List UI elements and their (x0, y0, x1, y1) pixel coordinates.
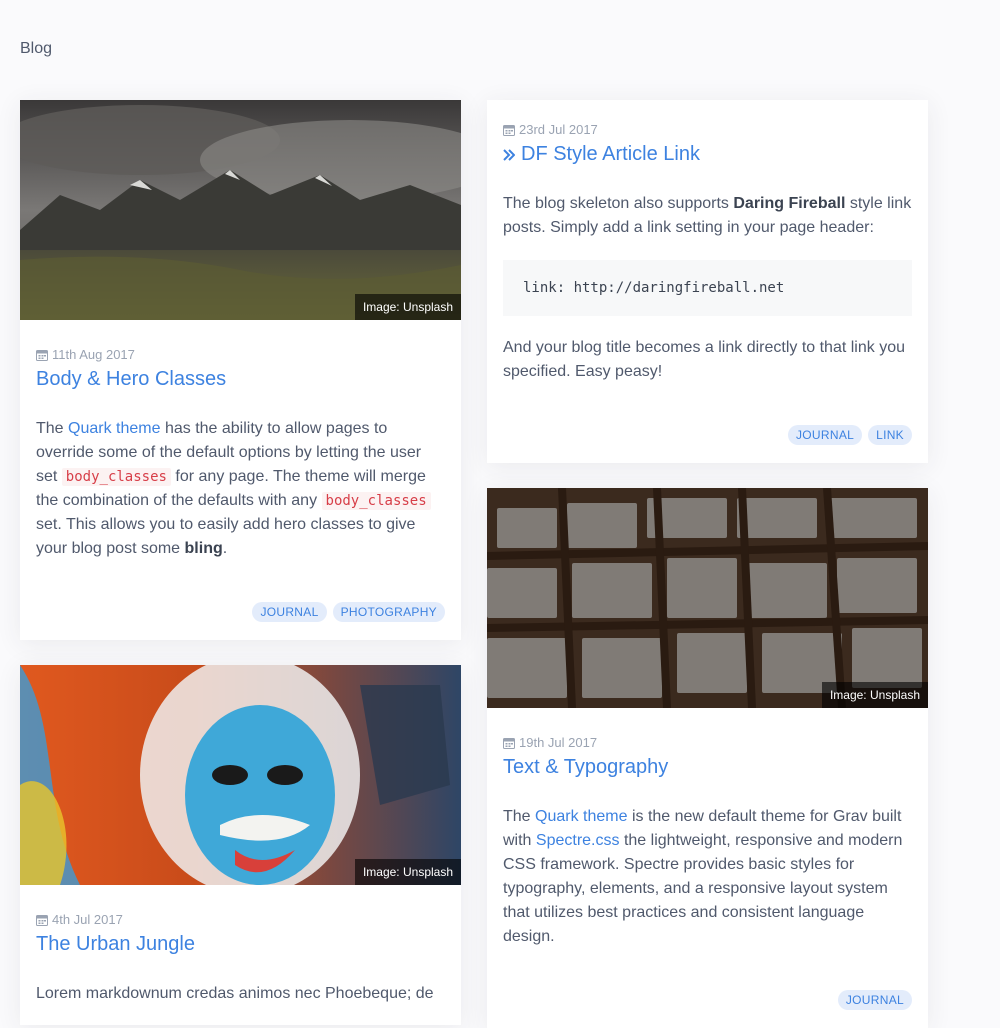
tag-photography[interactable]: PHOTOGRAPHY (332, 602, 445, 622)
tag-list: JOURNAL LINK (503, 425, 912, 445)
spectre-css-link[interactable]: Spectre.css (536, 832, 620, 849)
tag-journal[interactable]: JOURNAL (787, 425, 863, 445)
calendar-icon (36, 349, 48, 361)
bold-text: bling (184, 540, 223, 557)
post-title-link[interactable]: DF Style Article Link (503, 143, 912, 166)
post-excerpt: Lorem markdownum credas animos nec Phoeb… (36, 985, 434, 1002)
tag-list: JOURNAL (503, 990, 912, 1010)
image-credit: Image: Unsplash (821, 682, 928, 708)
double-chevron-right-icon (503, 148, 515, 161)
post-hero-image-mountains[interactable]: Image: Unsplash (20, 100, 461, 320)
calendar-icon (503, 124, 515, 136)
bold-text: Daring Fireball (733, 195, 846, 212)
excerpt-text: The blog skeleton also supports (503, 195, 734, 212)
image-credit: Image: Unsplash (354, 294, 461, 320)
image-credit: Image: Unsplash (354, 859, 461, 885)
post-title-link[interactable]: Body & Hero Classes (36, 368, 445, 391)
inline-code: body_classes (321, 492, 431, 510)
post-hero-image-type-case[interactable]: Image: Unsplash (487, 488, 928, 708)
post-card-urban-jungle: Image: Unsplash 4th Jul 2017 The Urban J… (20, 665, 461, 1025)
post-card-df-link: 23rd Jul 2017 DF Style Article Link The … (487, 100, 928, 463)
excerpt-text: The (503, 808, 536, 825)
calendar-icon (36, 914, 48, 926)
post-card-body-hero: Image: Unsplash 11th Aug 2017 Body & Her… (20, 100, 461, 640)
post-hero-image-graffiti[interactable]: Image: Unsplash (20, 665, 461, 885)
post-excerpt: The blog skeleton also supports Daring F… (503, 192, 912, 240)
quark-theme-link[interactable]: Quark theme (535, 808, 627, 825)
post-excerpt: The Quark theme is the new default theme… (503, 805, 912, 949)
post-date: 19th Jul 2017 (503, 735, 912, 750)
post-title-text[interactable]: DF Style Article Link (521, 143, 700, 166)
post-date: 23rd Jul 2017 (503, 122, 912, 137)
post-excerpt: The Quark theme has the ability to allow… (36, 417, 445, 561)
post-date-text: 4th Jul 2017 (52, 912, 123, 927)
excerpt-text: The (36, 420, 69, 437)
post-title-text[interactable]: Text & Typography (503, 756, 668, 779)
post-date: 11th Aug 2017 (36, 347, 445, 362)
code-block: link: http://daringfireball.net (503, 260, 912, 316)
tag-journal[interactable]: JOURNAL (252, 602, 327, 622)
post-date-text: 19th Jul 2017 (519, 735, 598, 750)
quark-theme-link[interactable]: Quark theme (68, 420, 160, 437)
tag-journal[interactable]: JOURNAL (837, 990, 912, 1010)
post-title-text[interactable]: Body & Hero Classes (36, 368, 226, 391)
excerpt-text: . (222, 540, 228, 557)
post-date-text: 11th Aug 2017 (52, 347, 135, 362)
post-excerpt-continued: And your blog title becomes a link direc… (503, 339, 905, 380)
post-date-text: 23rd Jul 2017 (519, 122, 598, 137)
post-card-text-typography: Image: Unsplash 19th Jul 2017 Text & Typ… (487, 488, 928, 1028)
tag-list: JOURNAL PHOTOGRAPHY (36, 602, 445, 622)
breadcrumb[interactable]: Blog (20, 40, 52, 58)
post-date: 4th Jul 2017 (36, 912, 445, 927)
post-title-link[interactable]: Text & Typography (503, 756, 912, 779)
calendar-icon (503, 737, 515, 749)
post-title-text[interactable]: The Urban Jungle (36, 933, 195, 956)
post-title-link[interactable]: The Urban Jungle (36, 933, 445, 956)
tag-link[interactable]: LINK (868, 425, 912, 445)
inline-code: body_classes (61, 468, 171, 486)
